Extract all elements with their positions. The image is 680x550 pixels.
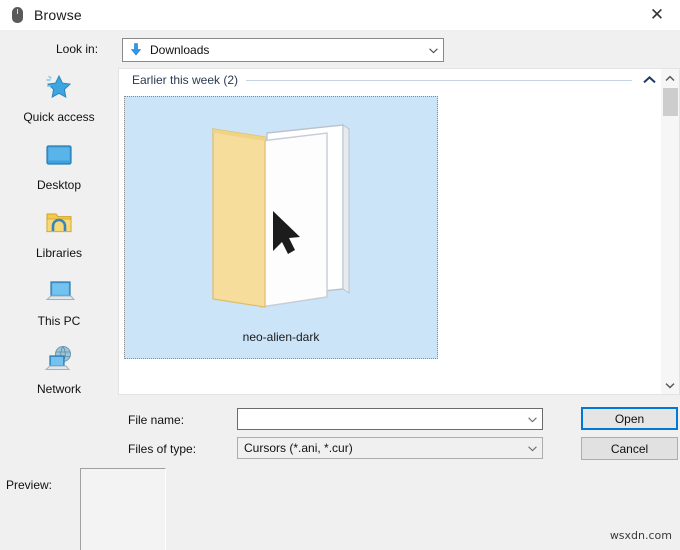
lookin-combo[interactable]: Downloads [122,38,444,62]
scroll-up-icon[interactable] [661,69,679,87]
file-group-header[interactable]: Earlier this week (2) [119,69,662,91]
places-sidebar: Quick access Desktop Libraries This PC N… [0,68,118,398]
list-item[interactable]: neo-alien-dark [124,96,438,359]
sidebar-item-libraries[interactable]: Libraries [0,204,118,260]
file-name-label: File name: [128,413,185,427]
chevron-down-icon[interactable] [528,446,537,452]
sidebar-label: Desktop [36,178,82,192]
file-name-input[interactable] [237,408,543,430]
sidebar-item-quick-access[interactable]: Quick access [0,68,118,124]
download-arrow-icon [128,42,144,58]
open-folder-cursor-icon [203,111,363,321]
sidebar-item-network[interactable]: Network [0,340,118,396]
files-of-type-label: Files of type: [128,442,197,456]
open-button[interactable]: Open [581,407,678,430]
monitor-icon [38,136,80,176]
chevron-down-icon [429,48,438,54]
group-divider [246,79,632,81]
files-of-type-value: Cursors (*.ani, *.cur) [244,441,353,455]
lookin-label: Look in: [56,42,99,56]
cancel-button[interactable]: Cancel [581,437,678,460]
title-bar: Browse ✕ [0,0,680,30]
list-item-label: neo-alien-dark [242,330,320,344]
laptop-icon [38,272,80,312]
sidebar-label: Quick access [23,110,95,124]
star-icon [38,68,80,108]
lookin-row: Look in: Downloads [0,38,680,95]
file-group-title: Earlier this week (2) [132,73,239,87]
mouse-icon [9,6,25,24]
sidebar-item-desktop[interactable]: Desktop [0,136,118,192]
scrollbar-thumb[interactable] [663,88,678,116]
lookin-value: Downloads [150,43,210,57]
file-list-panel[interactable]: Earlier this week (2) neo-alien-dark [118,68,661,395]
sidebar-label: Network [36,382,81,396]
files-of-type-select[interactable]: Cursors (*.ani, *.cur) [237,437,543,459]
preview-box [80,468,166,550]
preview-label: Preview: [6,478,53,492]
sidebar-label: This PC [37,314,81,328]
sidebar-label: Libraries [35,246,83,260]
chevron-down-icon[interactable] [528,417,537,423]
chevron-up-icon[interactable] [638,69,660,91]
watermark: wsxdn.com [609,529,672,542]
vertical-scrollbar[interactable] [661,68,680,395]
file-name-field[interactable] [238,409,526,429]
libraries-folder-icon [38,204,80,244]
scroll-down-icon[interactable] [661,376,679,394]
network-globe-icon [38,340,80,380]
close-icon[interactable]: ✕ [634,0,680,30]
window-title: Browse [34,7,82,23]
sidebar-item-this-pc[interactable]: This PC [0,272,118,328]
